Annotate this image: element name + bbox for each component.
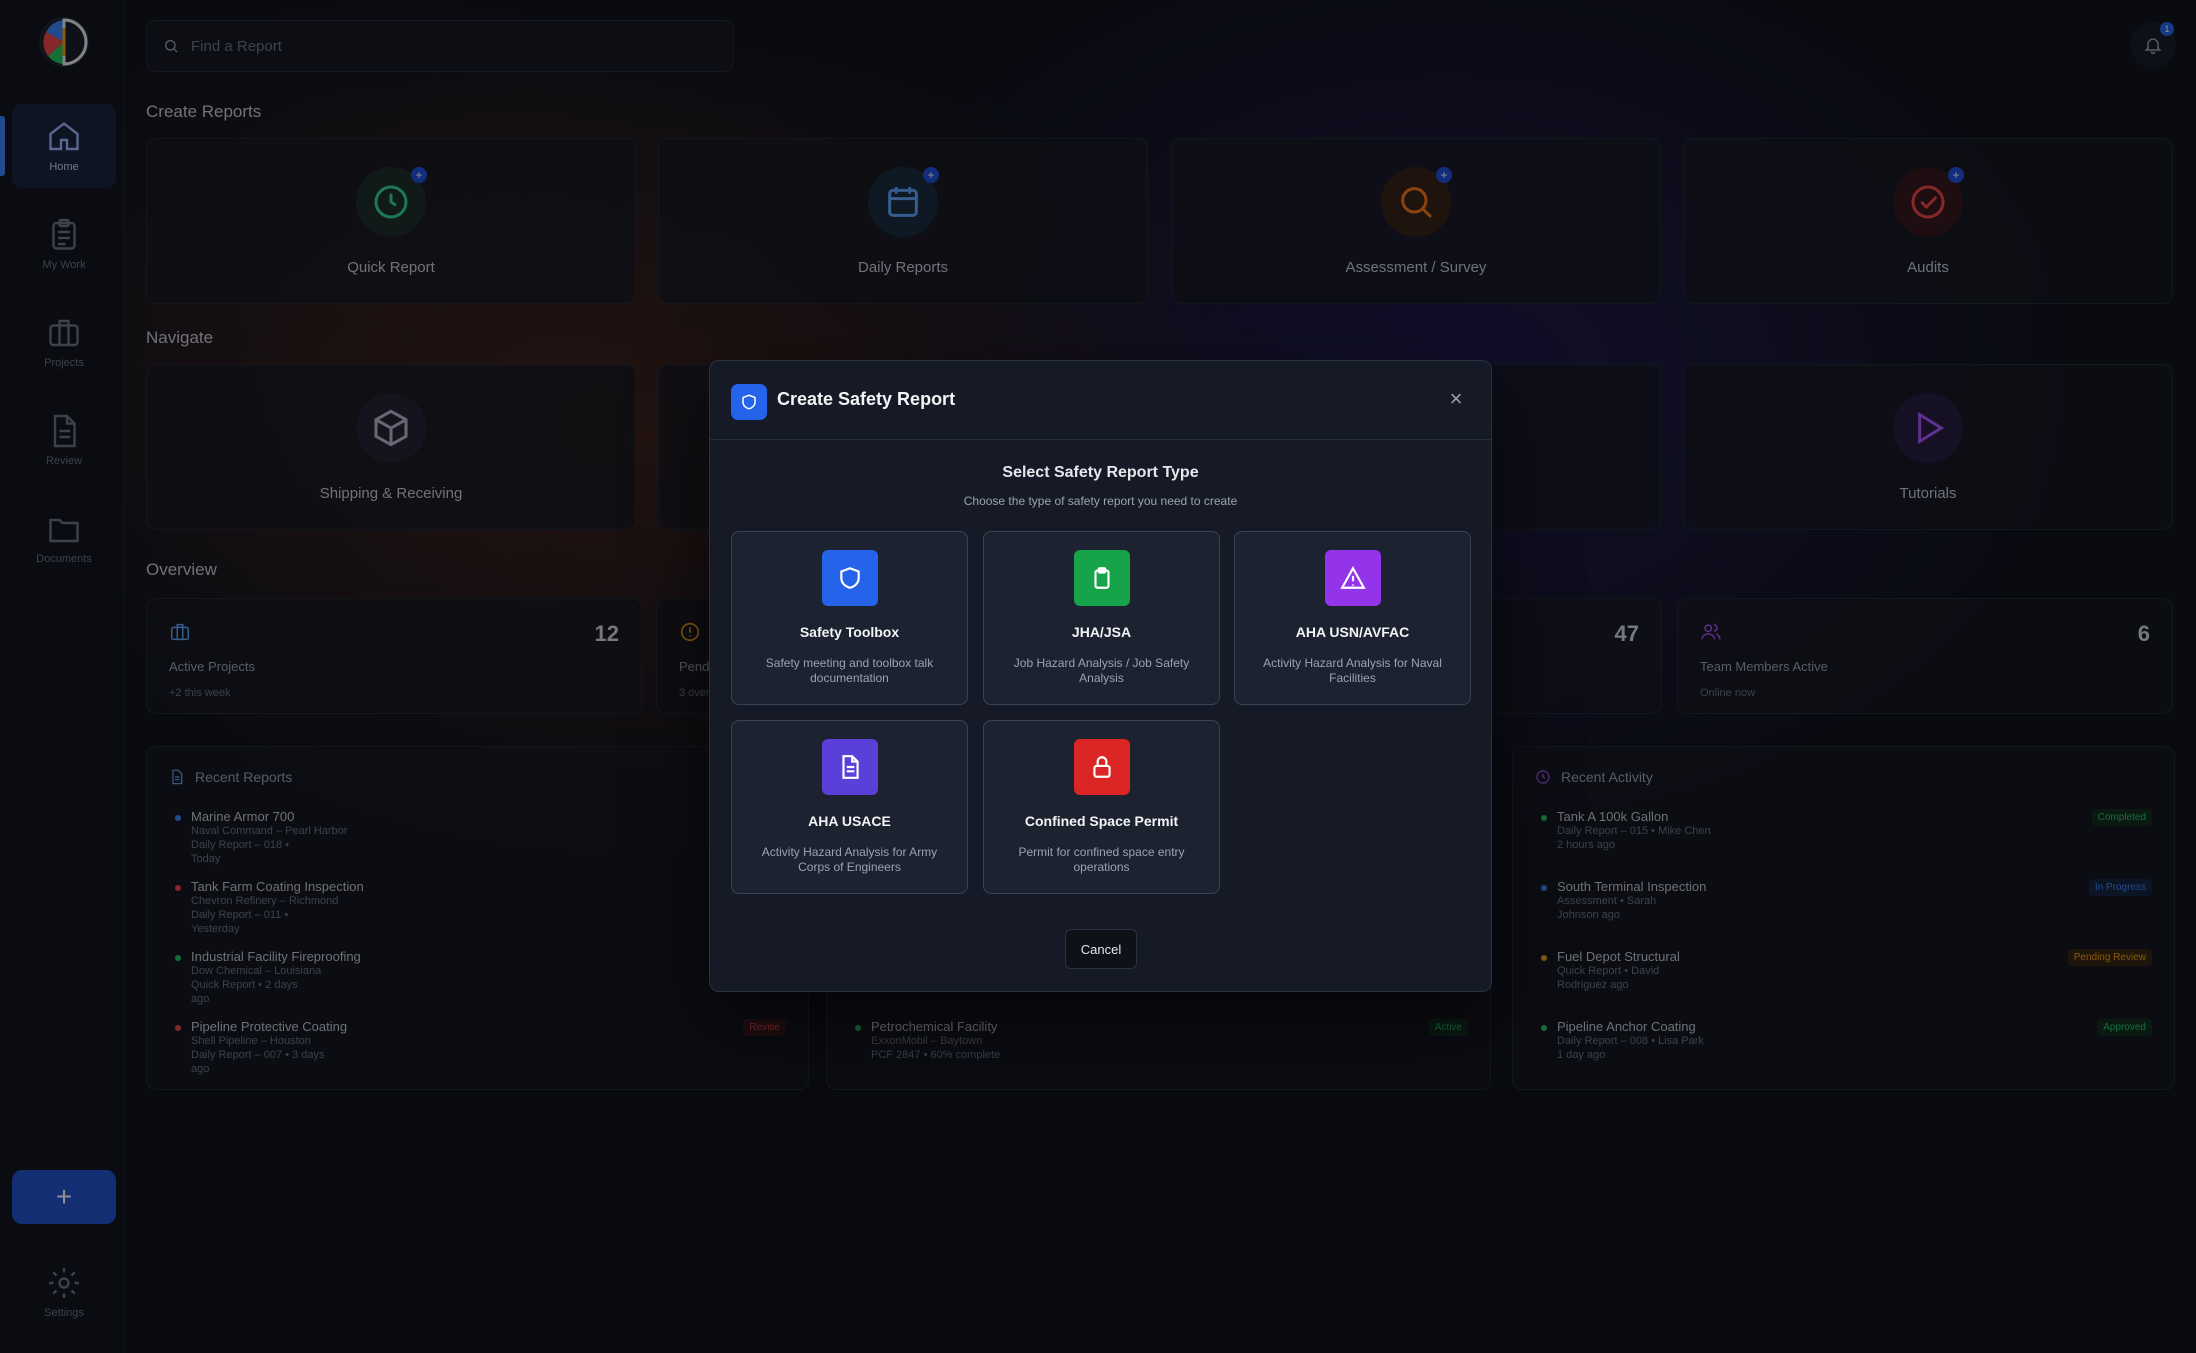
modal-subheading: Choose the type of safety report you nee… <box>963 494 1238 508</box>
modal-title: Create Safety Report <box>777 389 956 409</box>
option-confined-space[interactable]: Confined Space Permit Permit for confine… <box>983 720 1220 894</box>
option-aha-usace[interactable]: AHA USACE Activity Hazard Analysis for A… <box>731 720 968 894</box>
modal-heading: Select Safety Report Type <box>1002 464 1199 481</box>
warning-triangle-icon <box>1324 550 1381 606</box>
option-desc: Activity Hazard Analysis for Army Corps … <box>761 845 938 874</box>
option-desc: Safety meeting and toolbox talk document… <box>765 656 934 685</box>
option-title: Confined Space Permit <box>1024 813 1179 829</box>
close-icon[interactable]: × <box>1443 387 1469 413</box>
option-aha-usn[interactable]: AHA USN/AVFAC Activity Hazard Analysis f… <box>1234 531 1471 705</box>
option-title: JHA/JSA <box>1071 624 1132 640</box>
option-title: AHA USACE <box>808 813 891 829</box>
option-safety-toolbox[interactable]: Safety Toolbox Safety meeting and toolbo… <box>731 531 968 705</box>
option-desc: Activity Hazard Analysis for Naval Facil… <box>1263 656 1442 685</box>
modal-header: Create Safety Report × <box>710 361 1491 440</box>
option-desc: Job Hazard Analysis / Job Safety Analysi… <box>1013 656 1190 685</box>
create-safety-report-modal: Create Safety Report × Select Safety Rep… <box>709 360 1492 992</box>
lock-icon <box>1073 739 1130 795</box>
option-title: Safety Toolbox <box>799 624 900 640</box>
option-jha-jsa[interactable]: JHA/JSA Job Hazard Analysis / Job Safety… <box>983 531 1220 705</box>
option-desc: Permit for confined space entry operatio… <box>1018 845 1185 874</box>
shield-icon <box>731 384 767 420</box>
clipboard-icon <box>1073 550 1130 606</box>
shield-icon <box>821 550 878 606</box>
file-text-icon <box>821 739 878 795</box>
option-title: AHA USN/AVFAC <box>1295 624 1410 640</box>
cancel-button[interactable]: Cancel <box>1065 929 1137 969</box>
